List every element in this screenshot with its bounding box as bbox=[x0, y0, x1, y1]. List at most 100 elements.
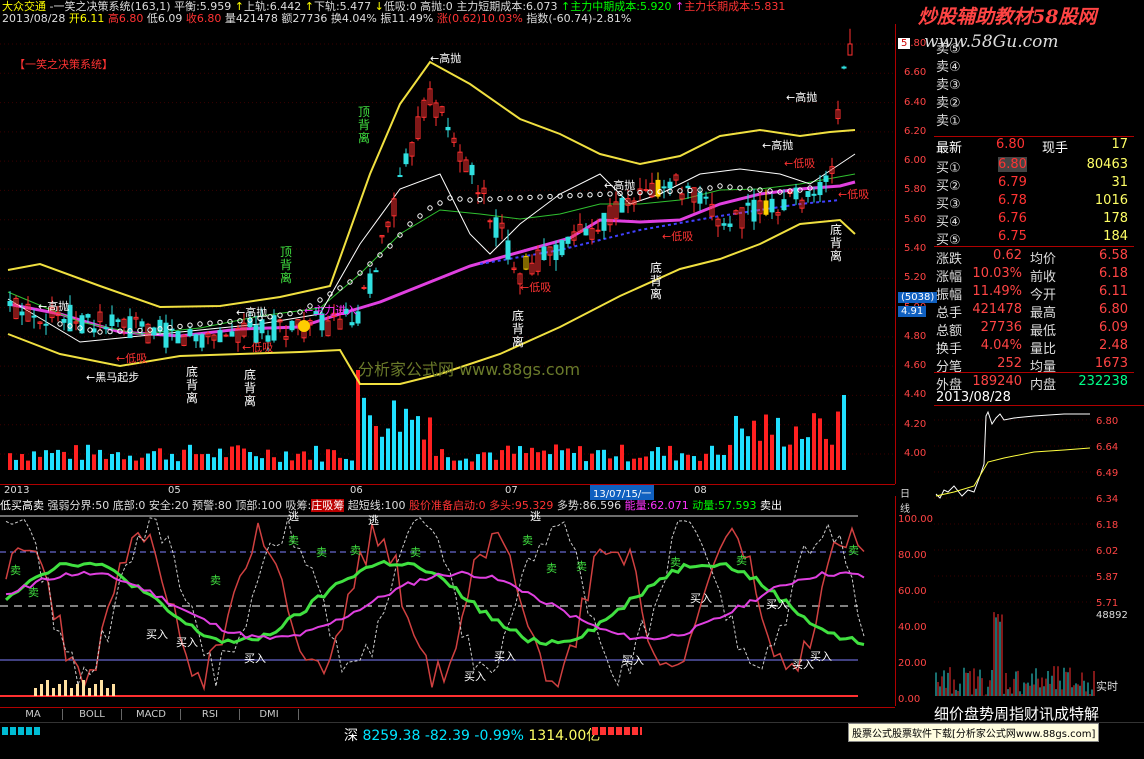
stat-row: 涨幅 10.03% 前收 6.18 bbox=[934, 266, 1134, 285]
quote-date: 2013/08/28 bbox=[936, 390, 1011, 405]
bottom-divergence-label: 底 bbox=[186, 364, 198, 379]
volume-bar bbox=[758, 440, 762, 470]
candle-body bbox=[175, 331, 181, 344]
candle-body bbox=[217, 330, 223, 343]
stat-value: 252 bbox=[997, 356, 1022, 371]
volume-bar bbox=[404, 408, 408, 470]
high-throw-label-1: ←高抛 bbox=[430, 51, 461, 65]
price-tick: 4.00 bbox=[904, 448, 927, 459]
tab-boll[interactable]: BOLL bbox=[63, 709, 122, 720]
mini-price-tick: 6.49 bbox=[1096, 468, 1118, 479]
stat-value: 421478 bbox=[972, 302, 1022, 317]
volume-bar bbox=[80, 459, 84, 470]
bid-price: 6.79 bbox=[998, 175, 1027, 190]
watermark: 分析家公式网 www.88gs.com bbox=[358, 360, 580, 379]
candle-body bbox=[157, 319, 163, 332]
volume-bar bbox=[764, 414, 768, 470]
bid-volume: 178 bbox=[1103, 211, 1128, 226]
candle-body bbox=[373, 270, 379, 273]
date-06: 06 bbox=[350, 485, 363, 496]
dashed-line bbox=[5, 517, 865, 687]
volume-bar bbox=[530, 447, 534, 470]
low-absorb-label-4: ←低吸 bbox=[838, 188, 869, 201]
volume-bar bbox=[464, 458, 468, 470]
cursor-price-badge: 4.91 bbox=[898, 306, 927, 317]
news-marquee[interactable]: 细价盘势周指财讯成特解 bbox=[934, 703, 1099, 724]
volume-bar bbox=[614, 456, 618, 470]
absorb-bar bbox=[70, 688, 73, 696]
trend-dot bbox=[177, 323, 183, 330]
tab-macd[interactable]: MACD bbox=[122, 709, 181, 720]
sell-mark: 卖 bbox=[288, 534, 299, 547]
candle-body bbox=[565, 236, 571, 244]
candle-body bbox=[223, 334, 229, 337]
volume-bar bbox=[314, 445, 318, 470]
mid-cost-line bbox=[7, 173, 856, 335]
intraday-mini-chart[interactable]: 6.80 6.64 6.49 6.34 6.18 6.02 5.87 5.7148892 实时 bbox=[934, 405, 1144, 708]
tab-rsi[interactable]: RSI bbox=[181, 709, 240, 720]
stat-value: 27736 bbox=[980, 320, 1022, 335]
buy-mark: 买入 bbox=[146, 628, 168, 641]
sell-mark: 卖 bbox=[316, 546, 327, 559]
price-tick: 4.20 bbox=[904, 418, 927, 430]
volume-bar bbox=[182, 449, 186, 470]
volume-bar bbox=[584, 461, 588, 470]
volume-bar bbox=[410, 419, 414, 470]
low-absorb-label-5: ←低吸 bbox=[242, 341, 273, 354]
low-absorb-label-3: ←低吸 bbox=[784, 157, 815, 170]
absorb-bar bbox=[82, 680, 85, 696]
promo-box[interactable]: 股票公式股票软件下载[分析家公式网www.88gs.com] bbox=[848, 723, 1100, 742]
volume-bar bbox=[320, 461, 324, 470]
period-label[interactable]: 日线 bbox=[900, 485, 910, 515]
volume-bar bbox=[626, 461, 630, 470]
mini-price-tick: 6.02 bbox=[1096, 546, 1118, 557]
candle-body bbox=[697, 192, 703, 204]
volume-bar bbox=[554, 444, 558, 470]
mini-price-tick: 6.34 bbox=[1096, 494, 1118, 505]
indicator-chart[interactable]: 买入买入买入买入买入 买入买入 买入买入买入卖卖卖卖卖卖卖卖卖卖卖卖卖逃逃逃 bbox=[0, 496, 896, 706]
trend-dot bbox=[577, 192, 583, 198]
volume-bar bbox=[716, 454, 720, 470]
volume-bar bbox=[440, 449, 444, 470]
volume-bar bbox=[578, 446, 582, 470]
volume-bar bbox=[692, 456, 696, 470]
volume-bar bbox=[698, 460, 702, 470]
outer-value: 189240 bbox=[972, 374, 1022, 389]
candle-body bbox=[505, 240, 511, 260]
trend-dot bbox=[727, 184, 733, 190]
dotted-trend bbox=[57, 183, 813, 335]
tab-dmi[interactable]: DMI bbox=[240, 709, 299, 720]
volume-bar bbox=[422, 439, 426, 470]
volume-bar bbox=[686, 454, 690, 470]
candle-body bbox=[187, 329, 193, 337]
index-ticker[interactable]: 深 8259.38 -82.39 -0.99% 1314.00亿 bbox=[344, 725, 600, 745]
volume-bar bbox=[338, 457, 342, 470]
escape-mark: 逃 bbox=[368, 514, 379, 527]
ask-row: 卖④ bbox=[934, 56, 1134, 75]
bid-label: 买② bbox=[936, 179, 961, 194]
volume-bar bbox=[674, 460, 678, 470]
trend-dot bbox=[567, 192, 573, 199]
volume-bar bbox=[14, 459, 18, 470]
bid-label: 买④ bbox=[936, 215, 961, 230]
candle-body bbox=[397, 175, 403, 178]
candle-body bbox=[847, 43, 853, 56]
date-08: 08 bbox=[694, 485, 707, 496]
status-bar: 深 8259.38 -82.39 -0.99% 1314.00亿 细价盘势周指财… bbox=[0, 705, 1144, 759]
stat-row: 振幅 11.49% 今开 6.11 bbox=[934, 284, 1134, 303]
bottom-divergence-label: 底 bbox=[650, 260, 662, 275]
tab-ma[interactable]: MA bbox=[4, 709, 63, 720]
chart-header: 大众交通 -一笑之决策系统(163,1) 平衡:5.959 ↑上轨:6.442 … bbox=[0, 0, 895, 25]
trend-dot bbox=[507, 195, 513, 201]
mini-price-tick: 6.64 bbox=[1096, 442, 1118, 453]
date-05: 05 bbox=[168, 485, 181, 496]
candle-body bbox=[349, 322, 355, 326]
candle-body bbox=[559, 240, 565, 256]
volume-bar bbox=[566, 448, 570, 470]
realtime-button[interactable]: 实时 bbox=[1096, 679, 1118, 693]
kline-chart[interactable]: 【一笑之决策系统】 分析家公式网 www.88gs.com ←高抛 ←高抛 ←高… bbox=[0, 24, 896, 484]
bottom-divergence-label: 离 bbox=[244, 393, 256, 408]
bottom-divergence-label: 背 bbox=[244, 381, 256, 395]
stat-label: 涨幅 bbox=[936, 270, 963, 285]
bollinger-bands bbox=[7, 60, 856, 385]
